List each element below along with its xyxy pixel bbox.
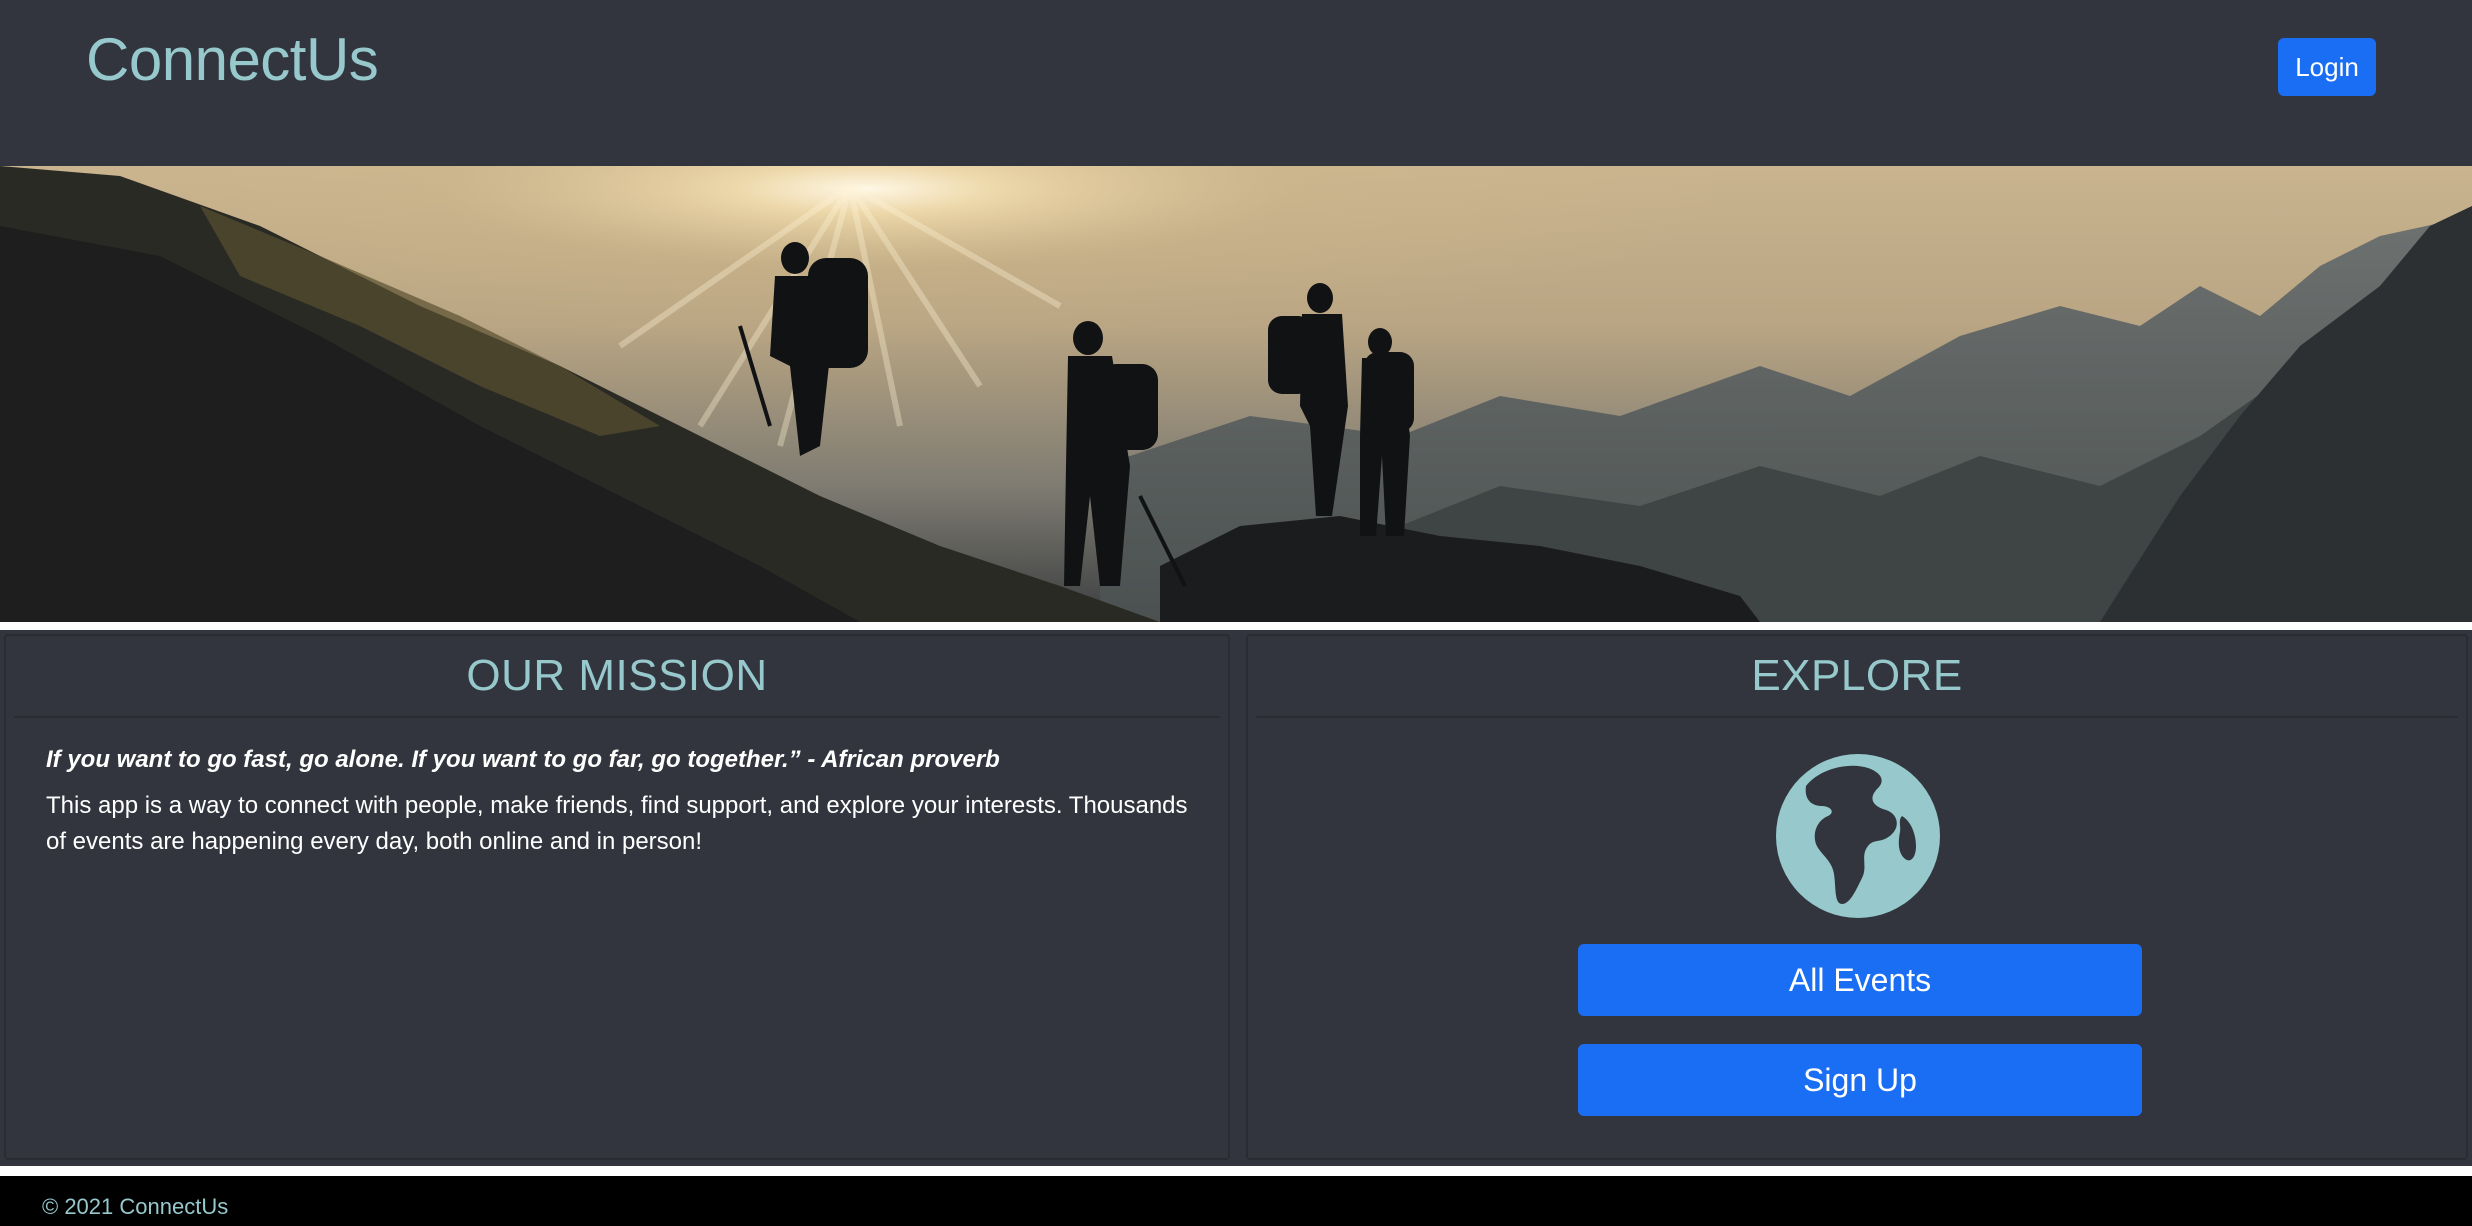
mission-text: This app is a way to connect with people… [46, 792, 1188, 855]
copyright-text: © 2021 ConnectUs [42, 1194, 229, 1219]
sign-up-button[interactable]: Sign Up [1578, 1044, 2142, 1116]
mission-card-header: OUR MISSION [14, 636, 1220, 718]
all-events-button[interactable]: All Events [1578, 944, 2142, 1016]
footer: © 2021 ConnectUs [0, 1176, 2472, 1226]
navbar: ConnectUs Login [0, 0, 2472, 166]
login-button[interactable]: Login [2278, 38, 2376, 96]
main-content: OUR MISSION If you want to go fast, go a… [0, 630, 2472, 1166]
globe-icon [1776, 754, 1940, 918]
explore-card-header: EXPLORE [1256, 636, 2458, 718]
explore-title: EXPLORE [1751, 651, 1963, 700]
explore-card: EXPLORE All Events Sign Up [1246, 634, 2468, 1160]
hero-banner-image [0, 166, 2472, 622]
mission-title: OUR MISSION [466, 651, 768, 700]
mission-quote: If you want to go fast, go alone. If you… [46, 746, 1000, 773]
brand-logo-link[interactable]: ConnectUs [86, 24, 379, 96]
mission-card: OUR MISSION If you want to go fast, go a… [4, 634, 1230, 1160]
